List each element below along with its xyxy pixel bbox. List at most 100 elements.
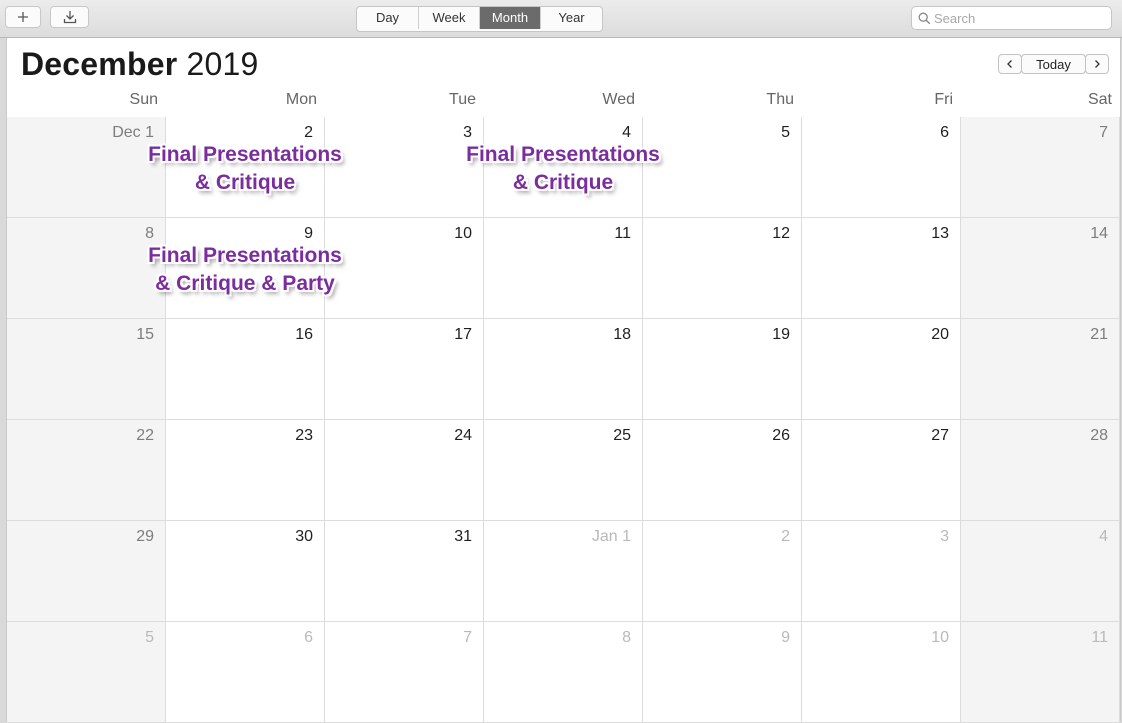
day-number: 26 [772,427,790,444]
event-title-line: & Critique & Party [155,272,335,295]
day-number: 13 [931,225,949,242]
day-cell[interactable]: 7 [961,117,1120,218]
day-cell[interactable]: 30 [166,521,325,622]
day-number: 28 [1090,427,1108,444]
day-number: 14 [1090,225,1108,242]
day-cell[interactable]: 11 [484,218,643,319]
day-cell[interactable]: 5 [7,622,166,723]
day-cell[interactable]: 6 [802,117,961,218]
year: 2019 [186,46,259,82]
day-number: 5 [145,629,154,646]
day-cell[interactable]: 28 [961,420,1120,521]
event-title-line: & Critique [512,171,614,194]
chevron-right-icon [1095,60,1100,68]
day-cell[interactable]: 4 [961,521,1120,622]
day-number: 20 [931,326,949,343]
tab-day[interactable]: Day [357,7,419,29]
day-cell[interactable]: 18 [484,319,643,420]
day-number: 25 [613,427,631,444]
day-cell[interactable]: 12 [643,218,802,319]
day-cell[interactable]: 7 [325,622,484,723]
day-number: 18 [613,326,631,343]
day-cell[interactable]: 19 [643,319,802,420]
day-number: 4 [1099,528,1108,545]
month-grid: Dec 1 2 3 4 5 6 7 8 9 10 11 12 13 14 15 16 17 18 19 20 21 22 2… [7,117,1120,723]
day-cell[interactable]: 27 [802,420,961,521]
day-cell[interactable]: 10 [802,622,961,723]
day-cell[interactable]: 22 [7,420,166,521]
day-cell[interactable]: 25 [484,420,643,521]
day-number: 4 [622,124,631,141]
day-cell[interactable]: 26 [643,420,802,521]
day-number: 17 [454,326,472,343]
day-number: 2 [781,528,790,545]
day-cell[interactable]: 15 [7,319,166,420]
page-title: December 2019 [21,46,258,83]
day-cell[interactable]: 21 [961,319,1120,420]
day-number: Dec 1 [112,124,154,141]
today-button[interactable]: Today [1021,54,1086,74]
day-cell[interactable]: 6 [166,622,325,723]
day-number: 22 [136,427,154,444]
day-number: 24 [454,427,472,444]
day-cell[interactable]: 16 [166,319,325,420]
day-number: 9 [781,629,790,646]
day-cell[interactable]: 31 [325,521,484,622]
day-cell[interactable]: 11 [961,622,1120,723]
day-number: 10 [454,225,472,242]
day-cell[interactable]: 9 [643,622,802,723]
download-tray-icon [63,11,76,24]
day-cell[interactable]: 13 [802,218,961,319]
day-cell[interactable]: 3 [802,521,961,622]
calendar-event[interactable]: Final Presentations & Critique & Party [134,242,356,298]
day-cell[interactable]: 23 [166,420,325,521]
chevron-left-icon [1007,60,1012,68]
day-number: 10 [931,629,949,646]
day-cell[interactable]: 24 [325,420,484,521]
day-number: 7 [1099,124,1108,141]
day-cell[interactable]: Jan 1 [484,521,643,622]
weekday-label: Tue [449,91,476,108]
next-month-button[interactable] [1085,54,1109,74]
weekday-label: Mon [285,91,317,108]
plus-icon [18,12,28,22]
search-input[interactable] [934,9,1104,27]
event-title-line: Final Presentations [148,244,342,267]
day-cell[interactable]: 8 [484,622,643,723]
day-cell[interactable]: 20 [802,319,961,420]
day-number: 6 [304,629,313,646]
day-number: 21 [1090,326,1108,343]
day-number: 8 [622,629,631,646]
search-field[interactable] [911,6,1112,30]
event-title-line: Final Presentations [148,143,342,166]
day-cell[interactable]: 2 [643,521,802,622]
day-number: Jan 1 [591,528,631,545]
calendar-event[interactable]: Final Presentations & Critique [134,141,356,197]
tab-year[interactable]: Year [541,7,602,29]
prev-month-button[interactable] [998,54,1022,74]
view-switcher: Day Week Month Year [356,6,603,32]
calendar-event[interactable]: Final Presentations & Critique [452,141,674,197]
day-cell[interactable]: 17 [325,319,484,420]
day-number: 15 [136,326,154,343]
weekday-label: Thu [766,91,794,108]
day-number: 29 [136,528,154,545]
day-cell[interactable]: 14 [961,218,1120,319]
toolbar: Day Week Month Year [0,0,1122,38]
day-number: 30 [295,528,313,545]
add-event-button[interactable] [5,6,41,28]
day-number: 16 [295,326,313,343]
weekday-label: Sun [129,91,158,108]
day-number: 23 [295,427,313,444]
day-number: 27 [931,427,949,444]
day-number: 6 [940,124,949,141]
day-number: 31 [454,528,472,545]
tab-month[interactable]: Month [480,7,541,29]
tab-week[interactable]: Week [419,7,480,29]
day-number: 5 [781,124,790,141]
weekday-label: Fri [934,91,953,108]
import-button[interactable] [50,6,89,28]
day-cell[interactable]: 29 [7,521,166,622]
search-icon [918,12,931,25]
day-number: 8 [145,225,154,242]
